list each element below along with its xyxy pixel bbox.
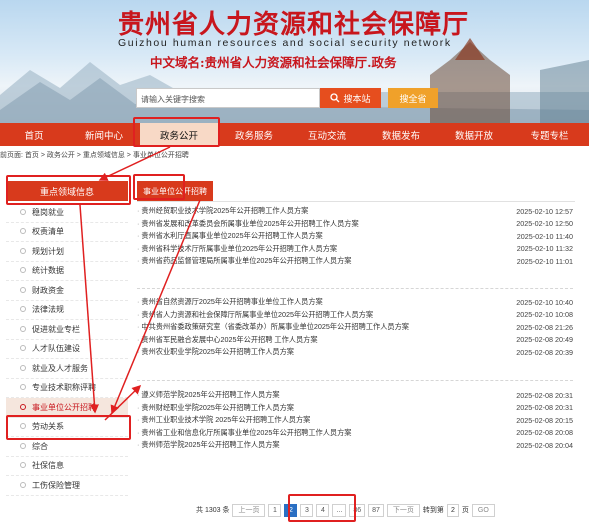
sidebar-item[interactable]: 专业技术职称评聘 [6,379,128,398]
search-site-button[interactable]: 搜本站 [320,88,381,108]
sidebar-item-active[interactable]: 事业单位公开招聘 [6,398,128,418]
bullet-icon [6,403,22,412]
list-item[interactable]: 贵州省发展和改革委员会所属事业单位2025年公开招聘工作人员方案2025-02-… [137,218,573,231]
sidebar-list: 稳岗就业 权责清单 规划计划 统计数据 财政资金 法律法规 促进就业专栏 人才队… [6,203,128,496]
search-icon [330,93,340,103]
site-domain: 中文域名:贵州省人力资源和社会保障厅.政务 [150,55,397,70]
page-link[interactable]: 3 [300,503,314,517]
list-divider [137,288,573,289]
total-count: 共 1303 条 [196,507,230,514]
bullet-icon [6,422,22,431]
sidebar-item[interactable]: 权责清单 [6,223,128,242]
nav-item-data-open[interactable]: 数据开放 [438,123,510,146]
site-title: 贵州省人力资源和社会保障厅 [118,10,470,40]
page-link[interactable]: 1 [268,503,282,517]
list-item[interactable]: 贵州经贸职业技术学院2025年公开招聘工作人员方案2025-02-10 12:5… [137,205,573,218]
sidebar-item[interactable]: 促进就业专栏 [6,320,128,340]
sidebar-item[interactable]: 综合 [6,437,128,457]
nav-item-home[interactable]: 首页 [0,123,68,146]
bullet-icon [6,208,22,217]
nav-item-gov-service[interactable]: 政务服务 [218,123,290,146]
list-item[interactable]: 贵州财经职业学院2025年公开招聘工作人员方案2025-02-08 20:31 [137,402,573,415]
nav-item-interaction[interactable]: 互动交流 [290,123,364,146]
page-link[interactable]: 87 [368,503,384,517]
list-item[interactable]: 贵州省自然资源厅2025年公开招聘事业单位工作人员方案2025-02-10 10… [137,296,573,309]
article-list-3: 遵义师范学院2025年公开招聘工作人员方案2025-02-08 20:31 贵州… [137,389,573,452]
page-link[interactable]: 86 [349,503,366,517]
bullet-icon [6,481,22,490]
sidebar-item[interactable]: 社保信息 [6,457,128,476]
list-item[interactable]: 贵州工业职业技术学院 2025年公开招聘工作人员方案2025-02-08 20:… [137,414,573,427]
prev-page-button[interactable]: 上一页 [232,503,266,517]
sidebar-item[interactable]: 法律法规 [6,301,128,320]
nav-item-data-release[interactable]: 数据发布 [364,123,438,146]
list-item[interactable]: 遵义师范学院2025年公开招聘工作人员方案2025-02-08 20:31 [137,389,573,402]
sidebar-heading: 重点领域信息 [6,181,128,201]
goto-unit: 页 [461,507,469,514]
pagination: 共 1303 条 上一页 1 2 3 4 ... 86 87 下一页 转到第 2… [196,503,495,517]
article-list-2: 贵州省自然资源厅2025年公开招聘事业单位工作人员方案2025-02-10 10… [137,296,573,359]
sidebar-item[interactable]: 人才队伍建设 [6,340,128,359]
sidebar-item[interactable]: 规划计划 [6,242,128,262]
nav-item-gov-open[interactable]: 政务公开 [140,123,218,146]
bullet-icon [6,364,22,373]
sidebar-item[interactable]: 工伤保险管理 [6,476,128,496]
next-page-button[interactable]: 下一页 [386,503,420,517]
list-item[interactable]: 贵州省工业和信息化厅所属事业单位2025年公开招聘工作人员方案2025-02-0… [137,427,573,440]
search-site-label: 搜本站 [343,93,371,104]
bullet-icon [6,344,22,353]
bullet-icon [6,461,22,470]
list-divider [137,380,573,381]
main-nav: 首页 新闻中心 政务公开 政务服务 互动交流 数据发布 数据开放 专题专栏 [0,123,589,146]
sidebar-item[interactable]: 财政资金 [6,281,128,301]
list-item[interactable]: 贵州省药品监督管理局所属事业单位2025年公开招聘工作人员方案2025-02-1… [137,255,573,268]
site-title-en: Guizhou human resources and social secur… [118,37,452,49]
page-link-current[interactable]: 2 [284,503,298,517]
page-link[interactable]: 4 [316,503,330,517]
bullet-icon [6,266,22,275]
search-all-button[interactable]: 搜全省 [388,88,438,108]
page-ellipsis: ... [332,503,347,517]
tab-divider [137,201,575,202]
nav-item-news[interactable]: 新闻中心 [68,123,140,146]
sidebar-item[interactable]: 统计数据 [6,262,128,281]
header-banner: 贵州省人力资源和社会保障厅 Guizhou human resources an… [0,0,589,123]
search-input[interactable]: 请输入关键字搜索 [136,88,320,108]
goto-label: 转到第 [422,507,444,514]
list-item[interactable]: 贵州省军民融合发展中心2025年公开招聘 工作人员方案2025-02-08 20… [137,334,573,347]
sidebar-item[interactable]: 劳动关系 [6,418,128,437]
bullet-icon [6,305,22,314]
list-item[interactable]: 贵州省人力资源和社会保障厅所属事业单位2025年公开招聘工作人员方案2025-0… [137,309,573,322]
goto-page-input[interactable]: 2 [446,503,459,517]
bullet-icon [6,383,22,392]
list-item[interactable]: 贵州农业职业学院2025年公开招聘工作人员方案2025-02-08 20:39 [137,346,573,359]
list-item[interactable]: 贵州省水利厅直属事业单位2025年公开招聘工作人员方案2025-02-10 11… [137,230,573,243]
bullet-icon [6,247,22,256]
list-item[interactable]: 中共贵州省委政策研究室（省委改革办）所属事业单位2025年公开招聘工作人员方案2… [137,321,573,334]
bullet-icon [6,325,22,334]
breadcrumb: 前页面: 首页 > 政务公开 > 重点领域信息 > 事业单位公开招聘 [0,152,189,159]
list-item[interactable]: 贵州师范学院2025年公开招聘工作人员方案2025-02-08 20:04 [137,439,573,452]
go-button[interactable]: GO [471,503,495,517]
tab-recruitment[interactable]: 事业单位公开招聘 [137,181,213,201]
article-list-1: 贵州经贸职业技术学院2025年公开招聘工作人员方案2025-02-10 12:5… [137,205,573,268]
bullet-icon [6,227,22,236]
nav-item-special[interactable]: 专题专栏 [510,123,589,146]
sidebar-item[interactable]: 就业及人才服务 [6,359,128,379]
bullet-icon [6,286,22,295]
bullet-icon [6,442,22,451]
sidebar-item[interactable]: 稳岗就业 [6,203,128,223]
list-item[interactable]: 贵州省科学技术厅所属事业单位2025年公开招聘工作人员方案2025-02-10 … [137,243,573,256]
